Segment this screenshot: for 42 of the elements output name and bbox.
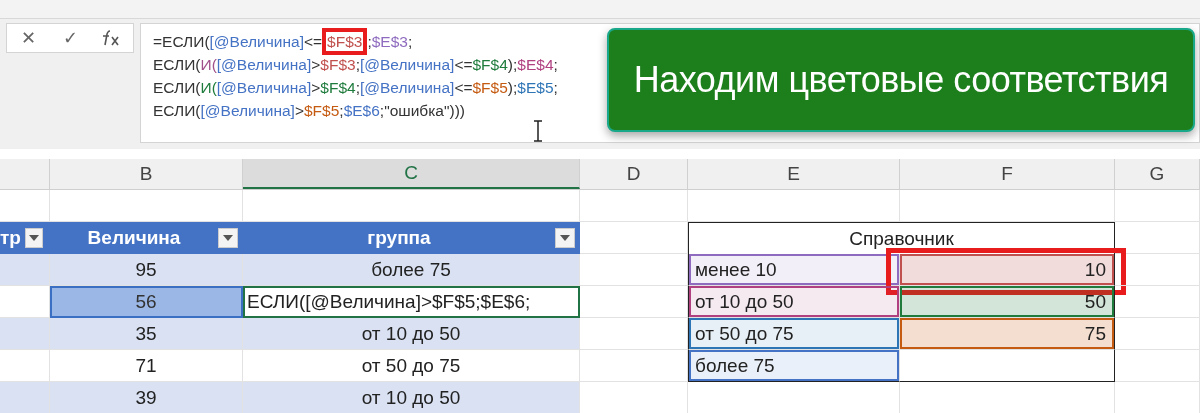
filter-dropdown[interactable] [24,227,43,248]
filter-dropdown[interactable] [555,227,575,248]
cell-editor[interactable]: ЕСЛИ([@Величина]>$F$5;$E$6; [243,286,580,318]
table-cell[interactable]: 56 [50,286,243,318]
header-label: Величина [87,226,181,249]
reference-value-cell: 50 [900,286,1115,318]
formula-line: ЕСЛИ(И([@Величина]>$F$3;[@Величина]<=$F$4);$E$4; [153,55,558,75]
reference-value-cell: 75 [900,318,1115,350]
table-cell[interactable]: 35 [50,318,243,350]
title-banner: Находим цветовые соответствия [607,28,1195,132]
formula-line: =ЕСЛИ([@Величина]<= $F$3 ;$E$3; [153,30,413,53]
reference-label-cell: менее 10 [688,254,900,286]
column-header[interactable]: G [1115,159,1200,189]
table-cell[interactable]: 39 [50,382,243,413]
column-header[interactable]: D [580,159,688,189]
dropdown-arrow-icon [560,234,570,241]
cancel-button[interactable]: ✕ [16,27,40,49]
text-cursor-icon [533,120,543,142]
table-cell: от 10 до 50 [243,318,580,350]
dropdown-arrow-icon [28,234,39,241]
table-cell[interactable] [0,382,50,413]
reference-label-cell: от 50 до 75 [688,318,900,350]
formula-input[interactable]: =ЕСЛИ([@Величина]<= $F$3 ;$E$3; ЕСЛИ(И([@Величина]>$F$3;[@Величина]<=$F$4);$E$4; ЕСЛИ(И([@Величина]>$F$4;[@Величина]<=$F$5);$E$5; ЕСЛИ([@Величина]>$F$5;$E$6;"ошибка"))) Находим цветовые соответствия [140,23,1200,143]
table-cell: более 75 [243,254,580,286]
table-cell[interactable] [0,318,50,350]
enter-button[interactable]: ✓ [59,27,82,49]
reference-title-cell: Справочник [688,222,1115,254]
header-label: группа [367,226,431,249]
table-cell: от 10 до 50 [243,382,580,413]
column-header[interactable]: E [688,159,900,189]
header-label: тр [0,226,21,249]
column-header[interactable]: F [900,159,1115,189]
dropdown-arrow-icon [223,234,233,241]
filter-dropdown[interactable] [218,227,238,248]
table-cell[interactable]: 95 [50,254,243,286]
column-header[interactable]: C [243,159,580,189]
reference-label-cell: от 10 до 50 [688,286,900,318]
table-cell[interactable] [0,254,50,286]
formula-line: ЕСЛИ([@Величина]>$F$5;$E$6;"ошибка"))) [153,101,465,121]
formula-line: ЕСЛИ(И([@Величина]>$F$4;[@Величина]<=$F$5);$E$5; [153,78,558,98]
reference-label-cell: более 75 [688,350,900,382]
grid-cell[interactable] [900,350,1115,382]
